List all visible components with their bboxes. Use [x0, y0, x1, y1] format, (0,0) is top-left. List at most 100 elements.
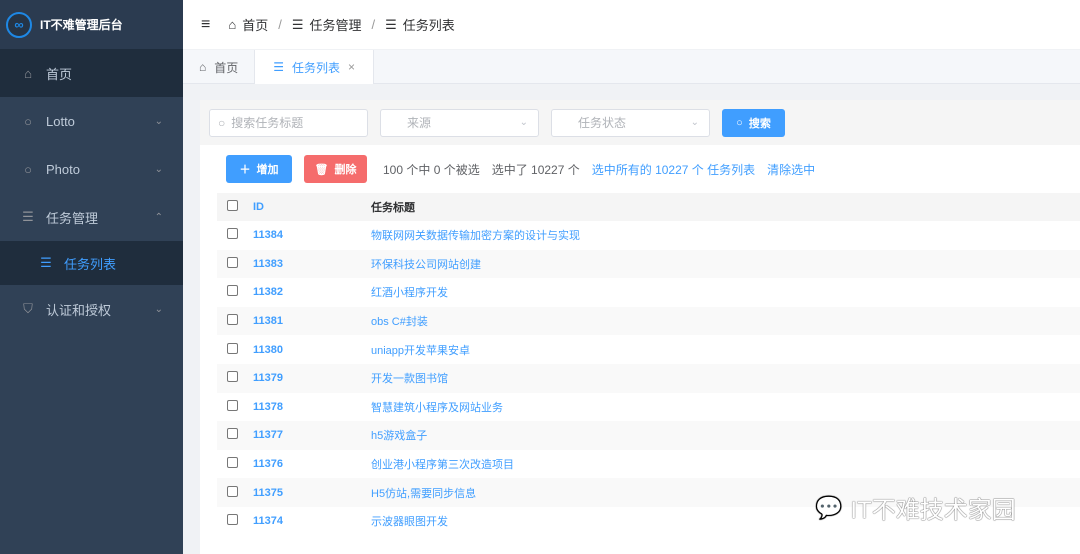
task-id[interactable]: 11374: [253, 507, 371, 536]
task-title[interactable]: 创业港小程序第三次改造项目: [371, 450, 1080, 479]
search-button[interactable]: ○ 搜索: [722, 108, 785, 137]
shield-icon: ⛉: [23, 301, 33, 316]
source-placeholder: 来源: [407, 116, 432, 130]
task-id[interactable]: 11377: [253, 421, 371, 450]
table-row[interactable]: 11380 uniapp开发苹果安卓: [217, 335, 1080, 364]
task-table: ID 任务标题 11384 物联网网关数据传输加密方案的设计与实现 11383 环保科…: [217, 193, 1080, 536]
add-label: 增加: [256, 164, 279, 176]
column-title[interactable]: 任务标题: [371, 193, 1080, 221]
row-checkbox[interactable]: [227, 514, 238, 526]
chevron-down-icon: ⌄: [154, 163, 163, 175]
logo-icon: ∞: [6, 11, 32, 38]
row-checkbox[interactable]: [227, 457, 238, 469]
trash-icon: 🗑: [314, 163, 329, 176]
task-id[interactable]: 11381: [253, 306, 371, 336]
breadcrumb-separator: /: [278, 17, 282, 32]
table-row[interactable]: 11378 智慧建筑小程序及网站业务: [217, 393, 1080, 422]
table-header: ID 任务标题: [217, 193, 1080, 221]
breadcrumb-item: 任务列表: [402, 18, 455, 33]
row-checkbox[interactable]: [227, 228, 238, 240]
breadcrumb-item[interactable]: 任务管理: [310, 15, 362, 34]
breadcrumb-item[interactable]: 首页: [242, 15, 268, 34]
plus-icon: ＋: [239, 164, 251, 176]
search-button-label: 搜索: [748, 117, 771, 130]
task-id[interactable]: 11384: [253, 221, 371, 250]
table-row[interactable]: 11382 红酒小程序开发: [217, 278, 1080, 307]
task-id[interactable]: 11378: [253, 393, 371, 422]
tab-task-list[interactable]: ☰ 任务列表 ×: [254, 50, 375, 84]
sidebar-item-photo[interactable]: ○ Photo ⌄: [0, 145, 183, 193]
tab-label: 任务列表: [292, 60, 341, 75]
task-title[interactable]: 开发一款图书馆: [371, 363, 1080, 393]
task-id[interactable]: 11379: [253, 363, 371, 393]
list-icon: ☰: [291, 16, 304, 32]
filter-bar: ○ 搜索任务标题 来源 ⌄ 任务状态 ⌄ ○ 搜索: [200, 100, 1080, 145]
task-title[interactable]: 红酒小程序开发: [371, 278, 1080, 307]
close-icon[interactable]: ×: [348, 60, 355, 74]
app-logo[interactable]: ∞ IT不难管理后台: [0, 0, 183, 49]
sidebar-item-auth[interactable]: ⛉ 认证和授权 ⌄: [0, 285, 183, 333]
sidebar-item-task-management[interactable]: ☰ 任务管理 ⌃: [0, 193, 183, 241]
table-row[interactable]: 11377 h5游戏盒子: [217, 421, 1080, 450]
row-checkbox[interactable]: [227, 285, 238, 297]
task-id[interactable]: 11376: [253, 450, 371, 479]
source-select[interactable]: 来源 ⌄: [380, 108, 539, 137]
home-icon: ⌂: [199, 60, 207, 74]
chevron-down-icon: ⌄: [154, 115, 163, 127]
task-id[interactable]: 11382: [253, 278, 371, 307]
table-row[interactable]: 11381 obs C#封装: [217, 306, 1080, 336]
watermark: 💬 IT不难技术家园: [815, 490, 1016, 525]
selection-info: 100 个中 0 个被选: [383, 162, 480, 177]
sidebar: ∞ IT不难管理后台 ⌂ 首页 ○ Lotto ⌄ ○ Photo ⌄ ☰ 任务管理 ⌃ ☰ 任务…: [0, 0, 183, 554]
select-all-checkbox[interactable]: [227, 200, 238, 211]
status-select[interactable]: 任务状态 ⌄: [551, 108, 710, 137]
select-all-link[interactable]: 选中所有的 10227 个 任务列表: [592, 161, 755, 178]
row-checkbox[interactable]: [227, 485, 238, 497]
row-checkbox[interactable]: [227, 371, 238, 383]
tab-home[interactable]: ⌂ 首页: [183, 50, 254, 84]
breadcrumb-separator: /: [371, 17, 376, 32]
row-checkbox[interactable]: [227, 399, 238, 411]
sidebar-item-label: 认证和授权: [46, 302, 112, 318]
status-placeholder: 任务状态: [578, 116, 627, 130]
app-title: IT不难管理后台: [40, 18, 123, 32]
breadcrumb: ⌂ 首页 / ☰ 任务管理 / ☰ 任务列表: [228, 15, 454, 34]
top-header: ≡ ⌂ 首页 / ☰ 任务管理 / ☰ 任务列表: [183, 0, 1080, 49]
row-checkbox[interactable]: [227, 428, 238, 440]
task-title[interactable]: h5游戏盒子: [371, 421, 1080, 450]
task-id[interactable]: 11375: [253, 478, 371, 507]
content-card: ○ 搜索任务标题 来源 ⌄ 任务状态 ⌄ ○ 搜索 ＋ 增加 🗑 删除 100 个中 0 个…: [200, 100, 1080, 554]
chevron-down-icon: ⌄: [154, 303, 163, 315]
sidebar-item-lotto[interactable]: ○ Lotto ⌄: [0, 97, 183, 145]
home-icon: ⌂: [228, 17, 237, 32]
list-icon: ☰: [273, 60, 285, 74]
task-title[interactable]: 智慧建筑小程序及网站业务: [371, 393, 1080, 422]
search-input[interactable]: ○ 搜索任务标题: [209, 108, 368, 137]
sidebar-item-label: 任务管理: [46, 210, 99, 226]
clear-selection-link[interactable]: 清除选中: [767, 161, 815, 178]
sidebar-item-label: 任务列表: [64, 256, 117, 272]
table-row[interactable]: 11379 开发一款图书馆: [217, 363, 1080, 393]
task-id[interactable]: 11383: [253, 249, 371, 279]
task-id[interactable]: 11380: [253, 335, 371, 364]
selection-total: 选中了 10227 个: [491, 162, 580, 177]
task-title[interactable]: uniapp开发苹果安卓: [371, 335, 1080, 364]
delete-button[interactable]: 🗑 删除: [304, 155, 367, 183]
task-title[interactable]: 环保科技公司网站创建: [371, 249, 1080, 279]
watermark-text: IT不难技术家园: [850, 497, 1016, 524]
row-checkbox[interactable]: [227, 314, 238, 326]
sidebar-item-label: 首页: [46, 66, 73, 82]
column-id[interactable]: ID: [253, 193, 371, 221]
sidebar-item-home[interactable]: ⌂ 首页: [0, 49, 183, 97]
row-checkbox[interactable]: [227, 342, 238, 354]
hamburger-icon[interactable]: ≡: [201, 16, 210, 34]
table-row[interactable]: 11383 环保科技公司网站创建: [217, 249, 1080, 279]
task-title[interactable]: obs C#封装: [371, 306, 1080, 336]
table-row[interactable]: 11384 物联网网关数据传输加密方案的设计与实现: [217, 221, 1080, 250]
table-row[interactable]: 11376 创业港小程序第三次改造项目: [217, 450, 1080, 479]
wechat-icon: 💬: [815, 494, 843, 520]
sidebar-item-task-list[interactable]: ☰ 任务列表: [0, 241, 183, 285]
task-title[interactable]: 物联网网关数据传输加密方案的设计与实现: [371, 221, 1080, 250]
add-button[interactable]: ＋ 增加: [226, 155, 292, 183]
row-checkbox[interactable]: [227, 256, 238, 268]
